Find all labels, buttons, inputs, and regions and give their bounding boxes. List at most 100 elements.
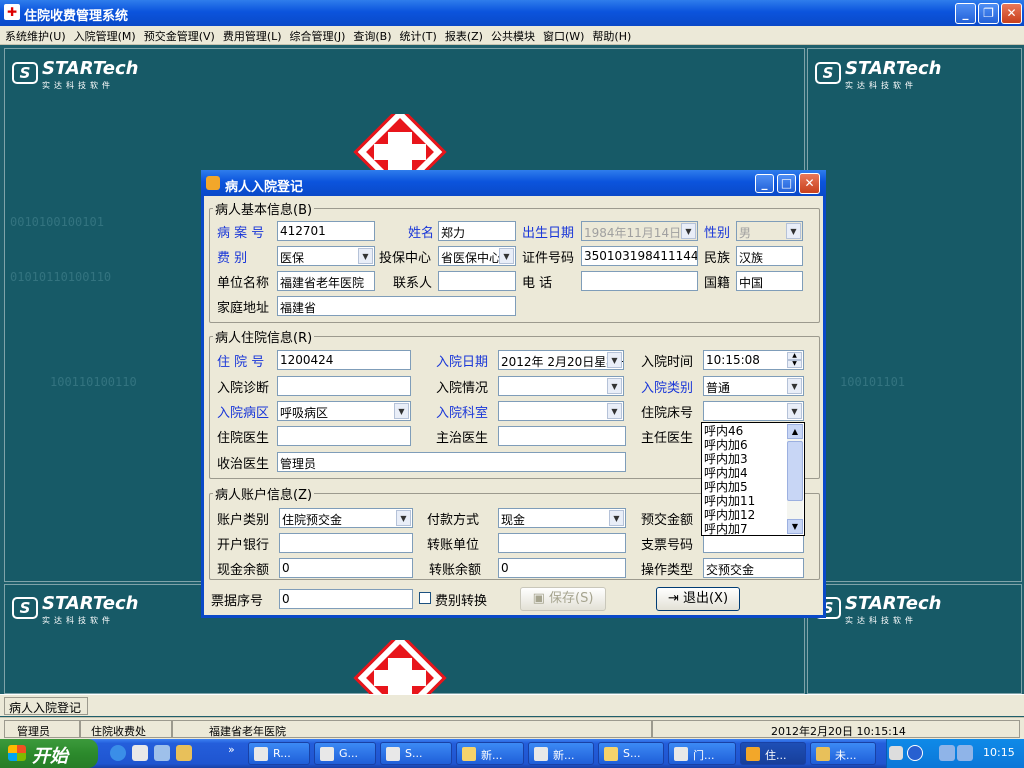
cheque-no-field[interactable] (703, 533, 804, 553)
startech-logo: S STARTech 实达科技软件 (12, 595, 138, 628)
birth-date-picker[interactable]: 1984年11月14日 ▼ (581, 221, 698, 241)
dept-select[interactable]: ▼ (498, 401, 624, 421)
notepad-icon[interactable] (132, 745, 148, 761)
nationality-field[interactable]: 中国 (736, 271, 803, 291)
spin-up-icon[interactable]: ▲ (787, 352, 802, 360)
dialog-close-button[interactable]: ✕ (799, 173, 820, 194)
menu-reports[interactable]: 报表(Z) (440, 26, 486, 44)
scroll-down-icon[interactable]: ▼ (787, 519, 803, 534)
start-button[interactable]: 开始 (0, 739, 98, 768)
phone-field[interactable] (581, 271, 698, 291)
dropdown-option[interactable]: 呼内加3 (704, 452, 748, 466)
gender-select[interactable]: 男 ▼ (736, 221, 803, 241)
more-quicklaunch-icon[interactable]: » (228, 743, 235, 756)
task-button[interactable]: 门... (668, 742, 736, 765)
dialog-title-bar[interactable]: 病人入院登记 _ □ ✕ (201, 170, 826, 196)
dropdown-option[interactable]: 呼内46 (704, 424, 743, 438)
case-no-field[interactable]: 412701 (277, 221, 375, 241)
admit-type-select[interactable]: 普通 ▼ (703, 376, 804, 396)
bed-no-dropdown-list[interactable]: 呼内46 呼内加6 呼内加3 呼内加4 呼内加5 呼内加11 呼内加12 呼内加… (701, 422, 805, 536)
admit-diagnosis-field[interactable] (277, 376, 411, 396)
name-field[interactable]: 郑力 (438, 221, 516, 241)
exit-button[interactable]: ⇥ 退出(X) (656, 587, 740, 611)
close-button[interactable]: ✕ (1001, 3, 1022, 24)
save-button[interactable]: ▣ 保存(S) (520, 587, 606, 611)
task-button[interactable]: G... (314, 742, 376, 765)
contact-field[interactable] (438, 271, 516, 291)
menu-stats[interactable]: 统计(T) (395, 26, 440, 44)
admitting-doctor-field[interactable]: 管理员 (277, 452, 626, 472)
bank-field[interactable] (279, 533, 413, 553)
insure-center-label: 投保中心 (379, 251, 432, 266)
network-icon[interactable] (939, 745, 955, 761)
menu-window[interactable]: 窗口(W) (538, 26, 587, 44)
dropdown-option[interactable]: 呼内加12 (704, 508, 755, 522)
menu-fees[interactable]: 费用管理(L) (218, 26, 285, 44)
menu-prepay[interactable]: 预交金管理(V) (139, 26, 218, 44)
startech-logo: S STARTech 实达科技软件 (815, 60, 941, 93)
quicklaunch-icon[interactable] (176, 745, 192, 761)
admit-date-picker[interactable]: 2012年 2月20日星期一 ▼ (498, 350, 624, 370)
scroll-thumb[interactable] (787, 441, 803, 501)
network-icon[interactable] (957, 745, 973, 761)
dropdown-option[interactable]: 呼内加7 (704, 522, 748, 536)
transfer-unit-field[interactable] (498, 533, 626, 553)
chevron-down-icon: ▼ (607, 352, 622, 368)
quicklaunch-icon[interactable] (154, 745, 170, 761)
dialog-minimize-button[interactable]: _ (755, 174, 774, 193)
spin-down-icon[interactable]: ▼ (787, 360, 802, 368)
inpatient-doctor-field[interactable] (277, 426, 411, 446)
task-button[interactable]: 未... (810, 742, 876, 765)
scroll-up-icon[interactable]: ▲ (787, 424, 803, 439)
menu-common[interactable]: 公共模块 (486, 26, 538, 44)
task-button[interactable]: 新... (456, 742, 524, 765)
tab-admission[interactable]: 病人入院登记 (4, 697, 88, 715)
dropdown-option[interactable]: 呼内加6 (704, 438, 748, 452)
tray-expand-icon[interactable] (907, 745, 923, 761)
time-spinner[interactable]: ▲ ▼ (787, 352, 802, 368)
menu-admission[interactable]: 入院管理(M) (69, 26, 139, 44)
admit-time-field[interactable]: 10:15:08 ▲ ▼ (703, 350, 804, 370)
task-button[interactable]: R... (248, 742, 310, 765)
fee-switch-checkbox[interactable] (419, 592, 431, 604)
menu-query[interactable]: 查询(B) (348, 26, 394, 44)
ethnic-field[interactable]: 汉族 (736, 246, 803, 266)
dropdown-scrollbar[interactable]: ▲ ▼ (787, 424, 803, 534)
ward-select[interactable]: 呼吸病区 ▼ (277, 401, 411, 421)
task-button-active[interactable]: 住... (740, 742, 806, 765)
dropdown-option[interactable]: 呼内加4 (704, 466, 748, 480)
receipt-no-field[interactable]: 0 (279, 589, 413, 609)
menu-help[interactable]: 帮助(H) (587, 26, 634, 44)
payment-method-select[interactable]: 现金 ▼ (498, 508, 626, 528)
company-field[interactable]: 福建省老年医院 (277, 271, 375, 291)
menu-system[interactable]: 系统维护(U) (0, 26, 69, 44)
address-field[interactable]: 福建省 (277, 296, 516, 316)
menu-general[interactable]: 综合管理(J) (285, 26, 349, 44)
fee-type-select[interactable]: 医保 ▼ (277, 246, 375, 266)
account-type-select[interactable]: 住院预交金 ▼ (279, 508, 413, 528)
inpatient-no-field[interactable]: 1200424 (277, 350, 411, 370)
id-no-field[interactable]: 3501031984111449 (581, 246, 698, 266)
task-button[interactable]: S... (380, 742, 452, 765)
operation-type-field[interactable]: 交预交金 (703, 558, 804, 578)
chief-doctor-label: 主任医生 (641, 431, 694, 446)
insure-center-select[interactable]: 省医保中心 ▼ (438, 246, 516, 266)
dropdown-option[interactable]: 呼内加5 (704, 480, 748, 494)
inpatient-doctor-label: 住院医生 (217, 431, 270, 446)
ie-icon[interactable] (110, 745, 126, 761)
transfer-balance-field[interactable]: 0 (498, 558, 626, 578)
cash-balance-field[interactable]: 0 (279, 558, 413, 578)
attending-doctor-field[interactable] (498, 426, 626, 446)
admit-condition-select[interactable]: ▼ (498, 376, 624, 396)
keyboard-icon[interactable] (889, 746, 903, 760)
clock[interactable]: 10:15 (983, 746, 1015, 759)
task-button[interactable]: 新... (528, 742, 594, 765)
dropdown-option[interactable]: 呼内加11 (704, 494, 755, 508)
bed-no-select[interactable]: ▼ (703, 401, 804, 421)
task-button[interactable]: S... (598, 742, 664, 765)
minimize-button[interactable]: _ (955, 3, 976, 24)
phone-label: 电 话 (522, 276, 553, 291)
restore-button[interactable]: ❐ (978, 3, 999, 24)
main-title-bar[interactable]: ✚ 住院收费管理系统 _ ❐ ✕ (0, 0, 1024, 26)
dialog-maximize-button[interactable]: □ (777, 174, 796, 193)
